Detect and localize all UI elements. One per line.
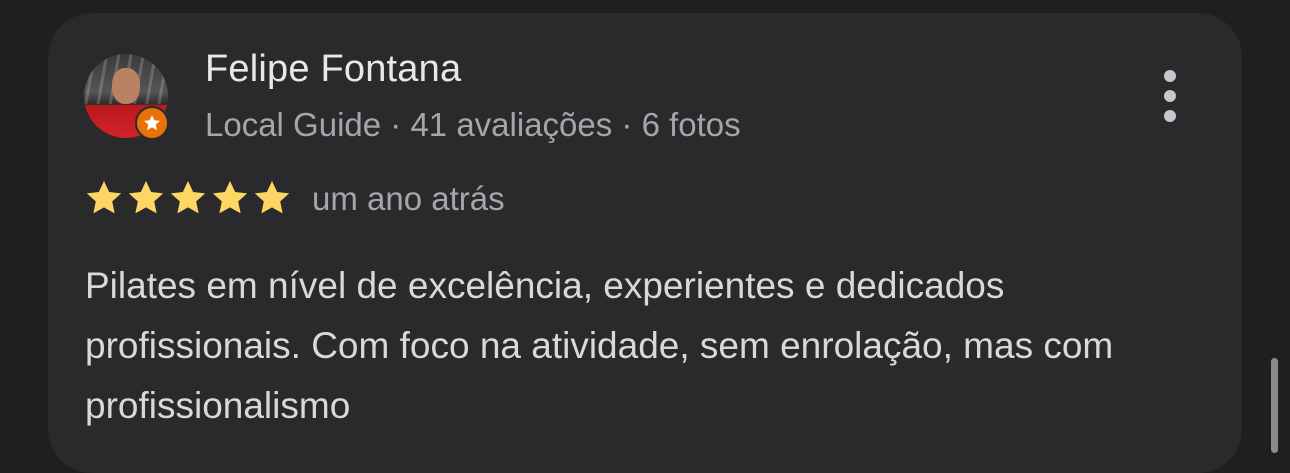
author-name[interactable]: Felipe Fontana	[205, 48, 461, 91]
star-icon	[170, 181, 206, 214]
more-dot	[1164, 110, 1176, 122]
local-guide-badge-icon	[135, 106, 169, 140]
more-vert-icon[interactable]	[1158, 70, 1182, 122]
local-guide-star-icon	[144, 115, 160, 131]
star-icon	[86, 181, 122, 214]
avatar-face	[112, 68, 140, 104]
star-icon	[212, 181, 248, 214]
review-text: Pilates em nível de excelência, experien…	[85, 265, 1114, 426]
review-time: um ano atrás	[312, 180, 505, 217]
star-icon	[254, 181, 290, 214]
author-meta: Local Guide · 41 avaliações · 6 fotos	[205, 106, 741, 143]
star-rating	[84, 178, 292, 218]
more-dot	[1164, 90, 1176, 102]
scrollbar[interactable]	[1271, 358, 1278, 453]
more-dot	[1164, 70, 1176, 82]
star-icon	[128, 181, 164, 214]
